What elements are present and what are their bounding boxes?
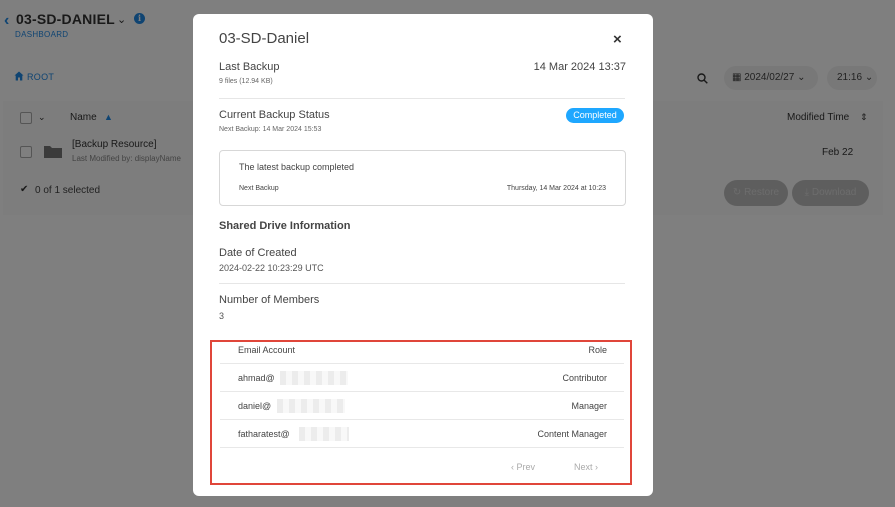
- backup-summary-box: The latest backup completed Next Backup …: [219, 150, 626, 206]
- divider: [220, 391, 624, 392]
- prev-label: Prev: [516, 462, 536, 472]
- next-button[interactable]: Next ›: [574, 462, 598, 472]
- divider: [220, 447, 624, 448]
- column-header-role: Role: [588, 345, 607, 355]
- close-icon[interactable]: ×: [613, 31, 622, 48]
- next-backup-label: Next Backup: [239, 185, 279, 192]
- date-created-label: Date of Created: [219, 247, 297, 259]
- member-email: fatharatest@: [238, 429, 290, 439]
- next-backup-text: Next Backup: 14 Mar 2024 15:53: [219, 126, 322, 133]
- member-role: Manager: [571, 401, 607, 411]
- members-count-value: 3: [219, 311, 225, 321]
- divider: [220, 419, 624, 420]
- last-backup-files: 9 files (12.94 KB): [219, 78, 273, 85]
- drive-details-modal: 03-SD-Daniel × Last Backup 9 files (12.9…: [193, 14, 653, 496]
- member-email: ahmad@: [238, 373, 275, 383]
- backup-status-label: Current Backup Status: [219, 109, 330, 121]
- last-backup-date: 14 Mar 2024 13:37: [533, 61, 626, 73]
- members-table: [210, 340, 632, 485]
- status-badge: Completed: [566, 108, 624, 123]
- prev-button[interactable]: ‹ Prev: [511, 462, 535, 472]
- member-role: Contributor: [562, 373, 607, 383]
- redacted-mask: [277, 399, 345, 413]
- members-count-label: Number of Members: [219, 294, 320, 306]
- divider: [219, 98, 625, 99]
- member-email: daniel@: [238, 401, 272, 411]
- date-created-value: 2024-02-22 10:23:29 UTC: [219, 263, 324, 273]
- redacted-mask: [299, 427, 349, 441]
- last-backup-label: Last Backup: [219, 61, 280, 73]
- next-label: Next: [574, 462, 593, 472]
- member-role: Content Manager: [537, 429, 607, 439]
- backup-message: The latest backup completed: [239, 162, 355, 172]
- next-backup-value: Thursday, 14 Mar 2024 at 10:23: [506, 185, 606, 192]
- chevron-right-icon: ›: [595, 462, 599, 472]
- divider: [220, 363, 624, 364]
- modal-title: 03-SD-Daniel: [219, 30, 310, 47]
- shared-drive-heading: Shared Drive Information: [219, 220, 351, 232]
- column-header-email: Email Account: [238, 345, 296, 355]
- redacted-mask: [280, 371, 348, 385]
- divider: [219, 283, 625, 284]
